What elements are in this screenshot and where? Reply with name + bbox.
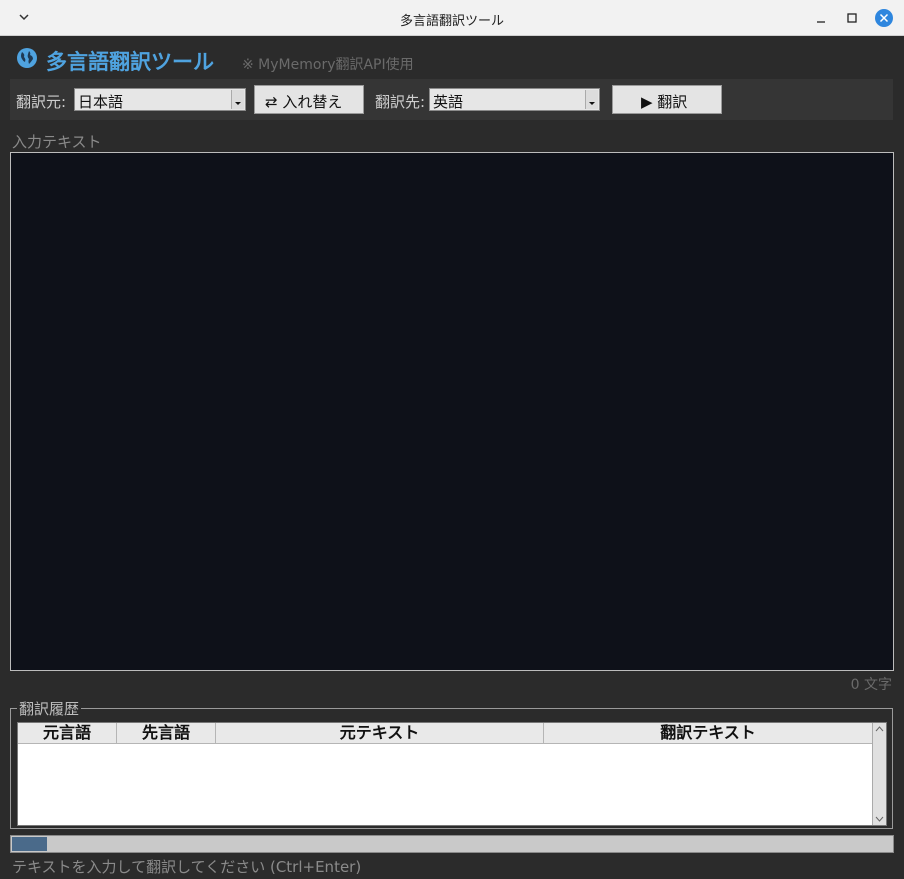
maximize-icon[interactable] [843, 9, 861, 27]
language-bar: 翻訳元: 日本語 ⇄ 入れ替え 翻訳先: 英語 ▶ 翻訳 [10, 79, 893, 120]
window-title: 多言語翻訳ツール [399, 14, 504, 29]
minimize-icon[interactable] [812, 9, 830, 27]
source-language-value: 日本語 [78, 93, 124, 111]
translate-button[interactable]: ▶ 翻訳 [612, 85, 722, 114]
app-body: 多言語翻訳ツール ※ MyMemory翻訳API使用 翻訳元: 日本語 ⇄ 入れ… [0, 36, 904, 879]
scroll-up-icon[interactable] [874, 724, 885, 735]
scroll-down-icon[interactable] [874, 813, 885, 824]
input-text-label: 入力テキスト [12, 133, 102, 151]
column-header-target-lang[interactable]: 先言語 [117, 723, 216, 744]
dropdown-arrow-icon[interactable] [231, 90, 244, 109]
target-language-select[interactable]: 英語 [429, 88, 600, 111]
swap-languages-button[interactable]: ⇄ 入れ替え [254, 85, 364, 114]
progress-fill [12, 837, 47, 851]
dropdown-arrow-icon[interactable] [585, 90, 598, 109]
target-language-label: 翻訳先: [375, 93, 426, 111]
history-scrollbar[interactable] [872, 723, 886, 825]
history-table[interactable]: 元言語 先言語 元テキスト 翻訳テキスト [17, 722, 887, 826]
window-titlebar: 多言語翻訳ツール [0, 0, 904, 36]
source-language-select[interactable]: 日本語 [74, 88, 246, 111]
source-language-label: 翻訳元: [16, 93, 67, 111]
globe-icon [17, 48, 37, 68]
column-header-source-text[interactable]: 元テキスト [216, 723, 544, 744]
history-legend: 翻訳履歴 [17, 698, 82, 719]
status-text: テキストを入力して翻訳してください (Ctrl+Enter) [12, 858, 362, 876]
close-icon[interactable] [875, 9, 893, 27]
char-count: 0 文字 [850, 677, 892, 693]
input-textarea[interactable] [10, 152, 894, 671]
api-note: ※ MyMemory翻訳API使用 [242, 57, 414, 73]
column-header-translated-text[interactable]: 翻訳テキスト [544, 723, 873, 744]
progress-bar [10, 835, 894, 853]
column-header-source-lang[interactable]: 元言語 [18, 723, 117, 744]
app-title: 多言語翻訳ツール [46, 50, 214, 74]
target-language-value: 英語 [433, 93, 464, 111]
